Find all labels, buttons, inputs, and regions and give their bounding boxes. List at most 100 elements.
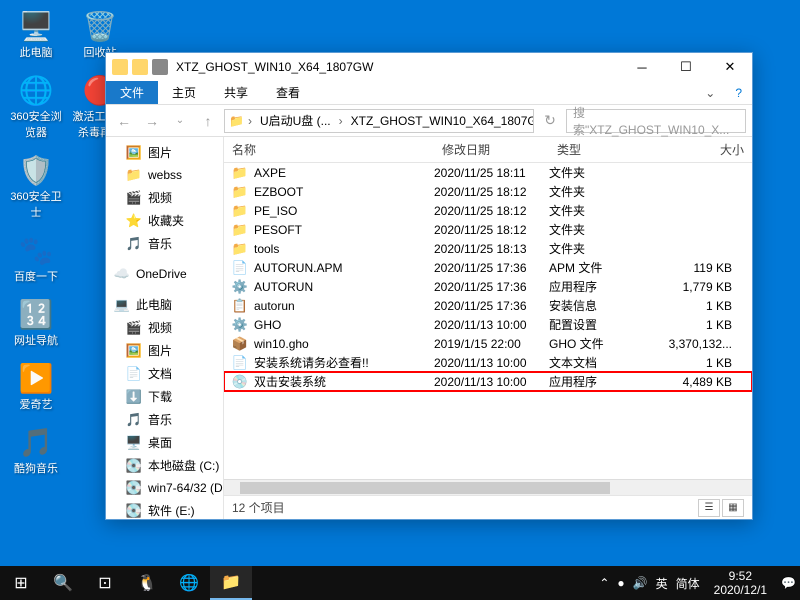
file-row[interactable]: 📁tools2020/11/25 18:13文件夹 (224, 239, 752, 258)
history-dropdown-icon[interactable]: ⌄ (168, 109, 192, 133)
forward-button[interactable]: → (140, 109, 164, 133)
taskbar-explorer[interactable]: 📁 (210, 566, 252, 600)
folder-icon: 🎬 (126, 320, 142, 336)
input-mode[interactable]: 简体 (676, 575, 700, 592)
sidebar-item[interactable]: 🎵音乐 (106, 232, 223, 255)
sidebar[interactable]: 🖼️图片📁webss🎬视频⭐收藏夹🎵音乐☁️OneDrive💻此电脑🎬视频🖼️图… (106, 137, 224, 519)
app-icon: 🗑️ (82, 8, 118, 44)
sidebar-item[interactable]: 🖼️图片 (106, 339, 223, 362)
tab-view[interactable]: 查看 (262, 81, 314, 104)
sidebar-item[interactable]: 🖼️图片 (106, 141, 223, 164)
sidebar-item[interactable]: 🎬视频 (106, 186, 223, 209)
col-type[interactable]: 类型 (549, 141, 639, 158)
clock[interactable]: 9:52 2020/12/1 (708, 569, 773, 598)
taskbar: ⊞ 🔍 ⊡ 🐧 🌐 📁 ⌃ ● 🔊 英 简体 9:52 2020/12/1 💬 (0, 566, 800, 600)
desktop-icon[interactable]: 🌐360安全浏览器 (8, 72, 64, 140)
task-view-icon[interactable]: ⊡ (84, 566, 126, 600)
file-row[interactable]: 📁PE_ISO2020/11/25 18:12文件夹 (224, 201, 752, 220)
col-size[interactable]: 大小 (639, 141, 752, 158)
tray-icon[interactable]: 🔊 (633, 576, 648, 590)
back-button[interactable]: ← (112, 109, 136, 133)
sidebar-item[interactable]: 📄文档 (106, 362, 223, 385)
desktop-icon[interactable]: 🔢网址导航 (8, 296, 64, 348)
search-icon[interactable]: 🔍 (42, 566, 84, 600)
folder-icon: 💽 (126, 480, 142, 496)
folder-icon: 🎵 (126, 236, 142, 252)
file-row[interactable]: 📦win10.gho2019/1/15 22:00GHO 文件3,370,132… (224, 334, 752, 353)
file-tab[interactable]: 文件 (106, 81, 158, 104)
ribbon-expand-icon[interactable]: ⌄ (695, 86, 725, 100)
app-icon: 🔢 (18, 296, 54, 332)
sidebar-item[interactable]: 💽win7-64/32 (D: (106, 477, 223, 499)
file-row[interactable]: 📋autorun2020/11/25 17:36安装信息1 KB (224, 296, 752, 315)
sidebar-item[interactable]: ⬇️下载 (106, 385, 223, 408)
system-tray[interactable]: ⌃ ● 🔊 英 简体 9:52 2020/12/1 💬 (599, 569, 800, 598)
ime-indicator[interactable]: 英 (656, 575, 668, 592)
window-title: XTZ_GHOST_WIN10_X64_1807GW (176, 60, 620, 74)
file-row[interactable]: 📄安装系统请务必查看!!2020/11/13 10:00文本文档1 KB (224, 353, 752, 372)
file-row[interactable]: ⚙️AUTORUN2020/11/25 17:36应用程序1,779 KB (224, 277, 752, 296)
sidebar-item[interactable]: 💽软件 (E:) (106, 499, 223, 519)
scrollbar-horizontal[interactable] (224, 479, 752, 495)
close-button[interactable]: ✕ (708, 53, 752, 81)
sidebar-item[interactable]: ⭐收藏夹 (106, 209, 223, 232)
desktop-icon[interactable]: 🎵酷狗音乐 (8, 424, 64, 476)
file-row[interactable]: 📄AUTORUN.APM2020/11/25 17:36APM 文件119 KB (224, 258, 752, 277)
file-row[interactable]: 📁EZBOOT2020/11/25 18:12文件夹 (224, 182, 752, 201)
sidebar-item[interactable]: 🖥️桌面 (106, 431, 223, 454)
col-name[interactable]: 名称 (224, 141, 434, 158)
file-row[interactable]: 💿双击安装系统2020/11/13 10:00应用程序4,489 KB (224, 372, 752, 391)
taskbar-app[interactable]: 🌐 (168, 566, 210, 600)
refresh-button[interactable]: ↻ (538, 109, 562, 133)
desktop-icon[interactable]: 🖥️此电脑 (8, 8, 64, 60)
file-icon: 📦 (232, 336, 248, 352)
view-large-icon[interactable]: ▦ (722, 499, 744, 517)
sidebar-item[interactable]: 🎬视频 (106, 316, 223, 339)
file-icon: 📁 (232, 203, 248, 219)
start-button[interactable]: ⊞ (0, 566, 42, 600)
sidebar-item[interactable]: 💻此电脑 (106, 293, 223, 316)
desktop-icon[interactable]: 🐾百度一下 (8, 232, 64, 284)
search-input[interactable]: 搜索"XTZ_GHOST_WIN10_X... (566, 109, 746, 133)
column-headers[interactable]: 名称 修改日期 类型 大小 (224, 137, 752, 163)
tray-icon[interactable]: ● (617, 576, 624, 590)
sidebar-item[interactable]: 📁webss (106, 164, 223, 186)
qat-icons (112, 59, 168, 75)
maximize-button[interactable]: ☐ (664, 53, 708, 81)
file-icon: 📁 (232, 222, 248, 238)
tab-home[interactable]: 主页 (158, 81, 210, 104)
sidebar-item[interactable]: 💽本地磁盘 (C:) (106, 454, 223, 477)
breadcrumb-seg[interactable]: U启动U盘 (... (256, 112, 335, 129)
folder-icon: 🖥️ (126, 435, 142, 451)
sidebar-item[interactable]: ☁️OneDrive (106, 263, 223, 285)
minimize-button[interactable]: ─ (620, 53, 664, 81)
file-row[interactable]: ⚙️GHO2020/11/13 10:00配置设置1 KB (224, 315, 752, 334)
titlebar[interactable]: XTZ_GHOST_WIN10_X64_1807GW ─ ☐ ✕ (106, 53, 752, 81)
sidebar-item[interactable]: 🎵音乐 (106, 408, 223, 431)
file-row[interactable]: 📁PESOFT2020/11/25 18:12文件夹 (224, 220, 752, 239)
view-details-icon[interactable]: ☰ (698, 499, 720, 517)
folder-icon: 💽 (126, 503, 142, 519)
desktop-icon[interactable]: ▶️爱奇艺 (8, 360, 64, 412)
file-row[interactable]: 📁AXPE2020/11/25 18:11文件夹 (224, 163, 752, 182)
notifications-icon[interactable]: 💬 (781, 576, 796, 590)
file-icon: ⚙️ (232, 279, 248, 295)
folder-icon: ⭐ (126, 213, 142, 229)
tab-share[interactable]: 共享 (210, 81, 262, 104)
help-icon[interactable]: ? (725, 86, 752, 100)
tray-up-icon[interactable]: ⌃ (599, 576, 609, 590)
file-icon: 📄 (232, 355, 248, 371)
file-icon: 📁 (232, 184, 248, 200)
folder-icon: ⬇️ (126, 389, 142, 405)
desktop-icon[interactable]: 🛡️360安全卫士 (8, 152, 64, 220)
breadcrumb[interactable]: 📁 › U启动U盘 (... › XTZ_GHOST_WIN10_X64_180… (224, 109, 534, 133)
file-list: 名称 修改日期 类型 大小 📁AXPE2020/11/25 18:11文件夹📁E… (224, 137, 752, 519)
up-button[interactable]: ↑ (196, 109, 220, 133)
folder-icon: 🖼️ (126, 145, 142, 161)
breadcrumb-seg[interactable]: XTZ_GHOST_WIN10_X64_1807GW (347, 114, 534, 128)
folder-icon: 🖼️ (126, 343, 142, 359)
col-date[interactable]: 修改日期 (434, 141, 549, 158)
taskbar-app[interactable]: 🐧 (126, 566, 168, 600)
file-icon: 📁 (232, 165, 248, 181)
folder-icon: 📄 (126, 366, 142, 382)
